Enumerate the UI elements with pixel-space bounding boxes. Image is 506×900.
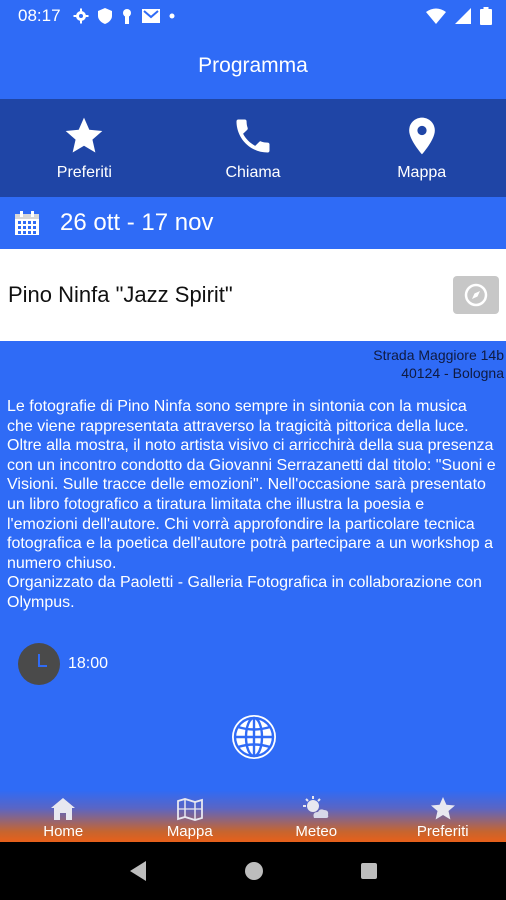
website-button[interactable]	[230, 713, 278, 761]
page-title: Programma	[198, 53, 308, 77]
nav-weather-label: Meteo	[295, 823, 338, 840]
phone-icon	[236, 119, 270, 153]
globe-icon	[232, 715, 276, 759]
signal-icon	[455, 8, 471, 24]
gmail-icon	[141, 9, 160, 23]
home-circle-icon[interactable]	[244, 861, 264, 881]
dot-icon	[169, 13, 175, 19]
nav-home-label: Home	[43, 823, 84, 840]
address-street: Strada Maggiore 14b	[373, 347, 504, 363]
event-time-row: 18:00	[18, 643, 108, 685]
app-bar: Programma	[0, 32, 506, 99]
event-title-card: Pino Ninfa "Jazz Spirit"	[0, 249, 506, 341]
event-time: 18:00	[68, 655, 109, 672]
shield-icon	[97, 8, 112, 24]
favorites-label: Preferiti	[56, 164, 112, 181]
event-address: Strada Maggiore 14b 40124 - Bologna	[373, 346, 504, 382]
action-bar: Preferiti Chiama Mappa	[0, 99, 506, 197]
call-button[interactable]: Chiama	[169, 99, 338, 197]
nav-weather[interactable]: Meteo	[253, 790, 380, 842]
lock-icon	[122, 9, 131, 24]
map-label: Mappa	[397, 164, 447, 181]
call-label: Chiama	[225, 164, 281, 181]
recents-icon[interactable]	[360, 862, 378, 880]
map-button[interactable]: Mappa	[337, 99, 506, 197]
compass-icon	[464, 283, 488, 307]
back-icon[interactable]	[128, 860, 148, 882]
event-description: Le fotografie di Pino Ninfa sono sempre …	[7, 398, 496, 611]
nav-map-label: Mappa	[166, 823, 213, 840]
bottom-nav: Home Mappa Meteo Preferiti	[0, 790, 506, 842]
calendar-icon	[15, 211, 39, 235]
nav-favorites[interactable]: Preferiti	[380, 790, 506, 842]
settings-icon	[73, 8, 89, 24]
home-icon	[51, 798, 76, 820]
star-icon	[65, 117, 103, 153]
status-time: 08:17	[18, 6, 61, 25]
nav-favorites-label: Preferiti	[416, 823, 469, 840]
date-bar: 26 ott - 17 nov	[0, 197, 506, 249]
address-city: 40124 - Bologna	[401, 365, 504, 381]
clock-icon	[18, 643, 60, 685]
map-icon	[176, 798, 203, 821]
system-nav-bar	[0, 842, 506, 900]
map-pin-icon	[408, 117, 435, 155]
weather-icon	[303, 796, 329, 818]
nav-home[interactable]: Home	[0, 790, 127, 842]
event-title: Pino Ninfa "Jazz Spirit"	[8, 282, 233, 307]
date-range: 26 ott - 17 nov	[60, 209, 214, 236]
wifi-icon	[426, 8, 446, 24]
nav-map[interactable]: Mappa	[127, 790, 254, 842]
favorites-button[interactable]: Preferiti	[0, 99, 169, 197]
status-bar: 08:17	[0, 0, 506, 32]
battery-icon	[480, 7, 492, 25]
compass-button[interactable]	[453, 276, 499, 314]
star-icon	[430, 797, 455, 820]
